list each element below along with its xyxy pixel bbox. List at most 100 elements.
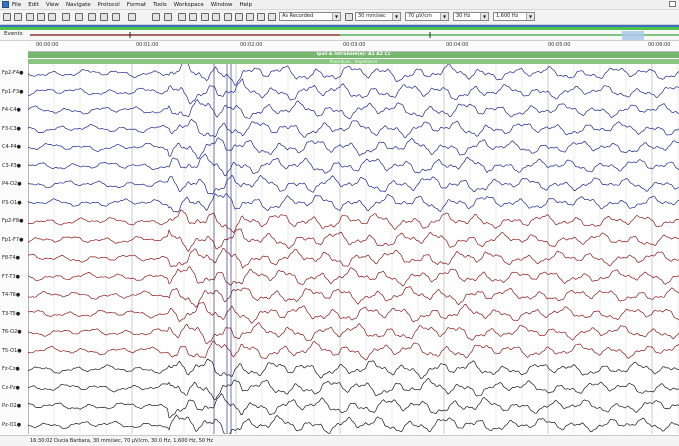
- time-tick: 00:06:00: [648, 42, 671, 48]
- channel-label[interactable]: T6-O2●: [2, 329, 22, 335]
- menu-format[interactable]: Format: [127, 2, 146, 8]
- montage-bar[interactable]: Ipsil & Intrahem(e)- A1 A2 Cz: [28, 52, 679, 58]
- zoom-icon[interactable]: [201, 13, 209, 21]
- channel-label[interactable]: T5-O1●: [2, 348, 22, 354]
- menu-view[interactable]: View: [46, 2, 59, 8]
- flag-icon[interactable]: [100, 13, 108, 21]
- filter-icon[interactable]: [164, 13, 172, 21]
- eeg-trace: [28, 78, 679, 105]
- eeg-trace: [28, 209, 679, 234]
- chevron-down-icon: ▼: [392, 13, 400, 20]
- channel-label[interactable]: C3-P3●: [2, 163, 21, 169]
- channel-label[interactable]: F3-C3●: [2, 126, 21, 132]
- menu-navigate[interactable]: Navigate: [66, 2, 91, 8]
- menu-protocol[interactable]: Protocol: [98, 2, 120, 8]
- menu-workspace[interactable]: Workspace: [174, 2, 204, 8]
- step-back-icon[interactable]: [26, 13, 34, 21]
- chevron-down-icon: ▼: [332, 13, 340, 20]
- events-bar: Events: [0, 30, 679, 41]
- window-icon[interactable]: [224, 13, 232, 21]
- channel-label[interactable]: Fp2-F8●: [2, 218, 23, 224]
- print-icon[interactable]: [14, 13, 22, 21]
- marker-icon[interactable]: [75, 13, 83, 21]
- time-tick: 00:03:00: [343, 42, 366, 48]
- time-tick: 00:04:00: [446, 42, 469, 48]
- save-icon[interactable]: [3, 13, 11, 21]
- eeg-trace: [28, 99, 679, 120]
- channel-label[interactable]: Fp1-F7●: [2, 237, 23, 243]
- chevron-down-icon: ▼: [480, 13, 488, 20]
- arrows-icon[interactable]: [128, 13, 136, 21]
- eeg-trace: [28, 247, 679, 269]
- tag-icon[interactable]: [212, 13, 220, 21]
- time-tick: 00:01:00: [136, 42, 159, 48]
- channel-label[interactable]: T4-T6●: [2, 292, 20, 298]
- time-tick: 00:00:00: [36, 42, 59, 48]
- channel-label[interactable]: P4-O2●: [2, 181, 22, 187]
- eeg-waveform-area[interactable]: [28, 64, 679, 434]
- channel-label[interactable]: P3-O1●: [2, 200, 22, 206]
- speed-value: 30 mm/sec: [358, 13, 386, 19]
- back-arrow-icon[interactable]: [235, 13, 243, 21]
- time-tick: 00:02:00: [240, 42, 263, 48]
- channel-label[interactable]: F8-T4●: [2, 255, 20, 261]
- eeg-trace: [28, 174, 679, 195]
- channel-label[interactable]: Pz-O1●: [2, 422, 21, 428]
- chevron-down-icon: ▼: [440, 13, 448, 20]
- menu-help[interactable]: Help: [239, 2, 252, 8]
- channel-label[interactable]: T3-T5●: [2, 311, 20, 317]
- montage-icon[interactable]: [268, 13, 276, 21]
- channel-label[interactable]: F4-C4●: [2, 107, 21, 113]
- eeg-trace: [28, 266, 679, 287]
- eeg-trace: [28, 301, 679, 324]
- eeg-trace: [28, 322, 679, 345]
- eeg-trace: [28, 358, 679, 380]
- channel-label[interactable]: Fp2-F4●: [2, 70, 23, 76]
- clipboard-icon[interactable]: [246, 13, 254, 21]
- menu-edit[interactable]: Edit: [28, 2, 39, 8]
- channel-labels: Fp2-F4● Fp1-F3● F4-C4● F3-C3● C4-P4● C3-P3● P4…: [0, 64, 29, 434]
- eeg-trace: [28, 340, 679, 361]
- menu-window[interactable]: Window: [211, 2, 233, 8]
- status-bar: 16:30:02 Ducia Barbara, 30 mm/sec, 70 µV…: [0, 435, 679, 446]
- eeg-trace: [28, 64, 679, 87]
- view-window-indicator[interactable]: [622, 31, 644, 40]
- eeg-trace: [28, 192, 679, 213]
- high-filter-value: 1,600 Hz: [496, 13, 519, 19]
- menu-tools[interactable]: Tools: [153, 2, 167, 8]
- redo-icon[interactable]: [152, 13, 160, 21]
- channel-label[interactable]: Fp1-F3●: [2, 89, 23, 95]
- calibrate-icon[interactable]: [88, 13, 96, 21]
- music-note-icon[interactable]: [62, 13, 70, 21]
- copy-icon[interactable]: [189, 13, 197, 21]
- sensitivity-select[interactable]: 70 µV/cm ▼: [405, 12, 449, 21]
- select-icon[interactable]: [178, 13, 186, 21]
- restore-window-icon[interactable]: [669, 1, 676, 7]
- speed-select[interactable]: 30 mm/sec ▼: [355, 12, 401, 21]
- eeg-trace: [28, 228, 679, 252]
- channel-label[interactable]: Cz-Pz●: [2, 385, 20, 391]
- status-text: 16:30:02 Ducia Barbara, 30 mm/sec, 70 µV…: [30, 438, 214, 444]
- channel-label[interactable]: Pz-O2●: [2, 403, 21, 409]
- time-axis: 00:00:00 00:01:00 00:02:00 00:03:00 00:0…: [28, 41, 679, 52]
- recording-mode-value: As Recorded: [282, 13, 314, 19]
- high-filter-select[interactable]: 1,600 Hz ▼: [493, 12, 535, 21]
- chevron-down-icon: ▼: [526, 13, 534, 20]
- eeg-trace: [28, 118, 679, 139]
- recording-mode-select[interactable]: As Recorded ▼: [279, 12, 341, 21]
- step-forward-icon[interactable]: [48, 13, 56, 21]
- channel-label[interactable]: F7-T3●: [2, 274, 20, 280]
- play-icon[interactable]: [37, 13, 45, 21]
- eeg-trace: [28, 153, 679, 176]
- eeg-trace: [28, 377, 679, 401]
- channel-label[interactable]: C4-P4●: [2, 144, 21, 150]
- channel-label[interactable]: Fz-Cz●: [2, 366, 20, 372]
- events-track[interactable]: [0, 30, 679, 40]
- range-icon[interactable]: [112, 13, 120, 21]
- list-icon[interactable]: [257, 13, 265, 21]
- menu-file[interactable]: File: [12, 2, 21, 8]
- eeg-trace: [28, 286, 679, 308]
- swap-icon[interactable]: [345, 13, 353, 21]
- menu-bar: File Edit View Navigate Protocol Format …: [0, 0, 679, 10]
- low-filter-select[interactable]: 30 Hz ▼: [453, 12, 489, 21]
